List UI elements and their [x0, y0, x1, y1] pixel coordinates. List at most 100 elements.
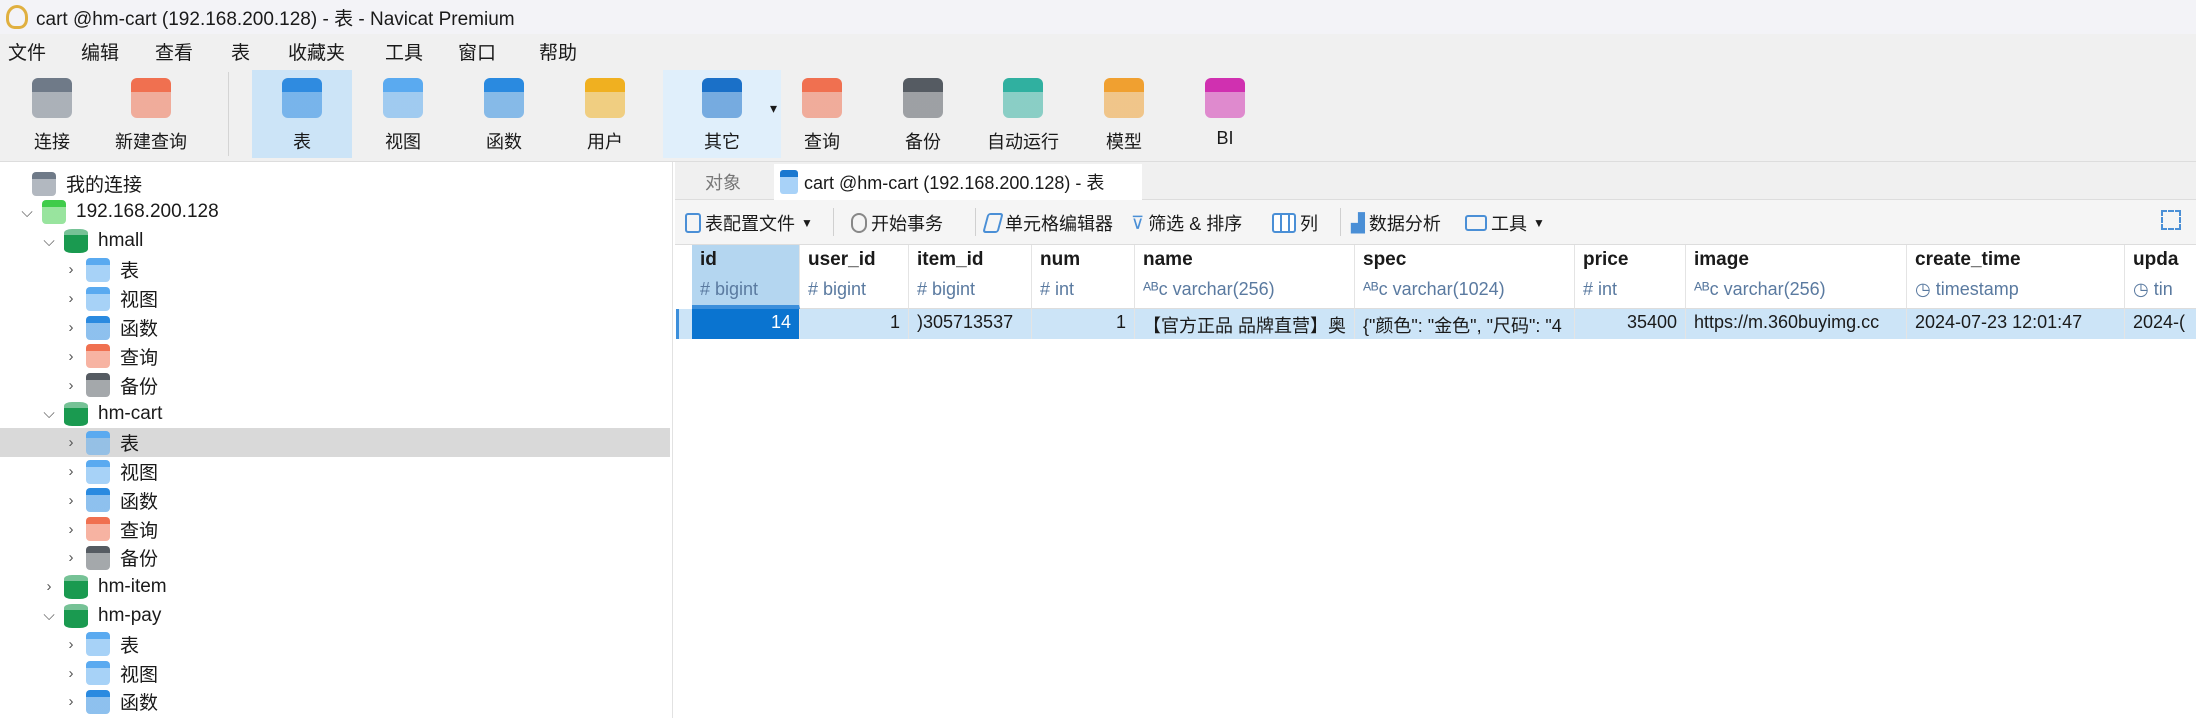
- toolbar-button-7[interactable]: 查询: [772, 70, 872, 158]
- tree-item[interactable]: › 查询: [0, 342, 670, 371]
- column-header[interactable]: user_id # bigint: [800, 245, 909, 309]
- toolbar-button-label: 自动运行: [987, 132, 1059, 152]
- column-header[interactable]: item_id # bigint: [909, 245, 1032, 309]
- chevron-right-icon[interactable]: ›: [64, 693, 78, 710]
- menu-item[interactable]: 文件: [8, 38, 46, 65]
- chevron-right-icon[interactable]: ›: [42, 578, 56, 595]
- chevron-right-icon[interactable]: ›: [64, 636, 78, 653]
- toolbar-button-2[interactable]: 表: [252, 70, 352, 158]
- toolbar-button-11[interactable]: BI: [1175, 70, 1275, 158]
- toolbar-button-8[interactable]: 备份: [873, 70, 973, 158]
- cell-editor-button[interactable]: 单元格编辑器: [982, 210, 1113, 236]
- begin-transaction-button[interactable]: 开始事务: [851, 210, 943, 236]
- column-header[interactable]: price # int: [1575, 245, 1686, 309]
- menu-item[interactable]: 工具: [385, 38, 423, 65]
- toolbar-button-10[interactable]: 模型: [1074, 70, 1174, 158]
- chevron-down-icon: ▼: [801, 216, 813, 230]
- chevron-down-icon[interactable]: ⌵: [42, 233, 56, 250]
- column-type: ᴬᴮc varchar(256): [1143, 279, 1275, 299]
- profile-button[interactable]: 表配置文件 ▼: [685, 210, 813, 236]
- filter-sort-button[interactable]: ⊽ 筛选 & 排序: [1131, 210, 1242, 236]
- toolbar-button-label: 连接: [34, 132, 70, 152]
- chevron-right-icon[interactable]: ›: [64, 665, 78, 682]
- menu-item[interactable]: 查看: [155, 38, 193, 65]
- tree-item[interactable]: › hm-item: [0, 572, 670, 601]
- chart-icon: ▟: [1351, 212, 1365, 233]
- tree-item[interactable]: ⌵ hm-cart: [0, 399, 670, 428]
- tree-item[interactable]: › 表: [0, 428, 670, 458]
- column-header[interactable]: id # bigint: [692, 245, 800, 309]
- table-cell[interactable]: 1: [1032, 309, 1135, 339]
- chevron-right-icon[interactable]: ›: [64, 377, 78, 394]
- tree-item[interactable]: › 备份: [0, 543, 670, 572]
- tree-item[interactable]: ⌵ hm-pay: [0, 601, 670, 630]
- column-header[interactable]: spec ᴬᴮc varchar(1024): [1355, 245, 1575, 309]
- toolbar-button-0[interactable]: 连接: [2, 70, 102, 158]
- table-cell[interactable]: )305713537: [909, 309, 1032, 339]
- toolbar-button-6[interactable]: 其它 ▾: [663, 70, 781, 158]
- menu-item[interactable]: 编辑: [81, 38, 119, 65]
- chevron-down-icon[interactable]: ⌵: [42, 405, 56, 422]
- column-header[interactable]: name ᴬᴮc varchar(256): [1135, 245, 1355, 309]
- menu-item[interactable]: 收藏夹: [288, 38, 345, 65]
- tab-cart-table[interactable]: cart @hm-cart (192.168.200.128) - 表: [774, 164, 1142, 200]
- tree-item[interactable]: ⌵ 192.168.200.128: [0, 198, 670, 227]
- chevron-right-icon[interactable]: ›: [64, 434, 78, 451]
- chevron-right-icon[interactable]: ›: [64, 492, 78, 509]
- tree-item[interactable]: › 表: [0, 255, 670, 284]
- function-icon: [484, 78, 524, 118]
- tree-item[interactable]: › 函数: [0, 486, 670, 515]
- tree-item[interactable]: › 查询: [0, 515, 670, 544]
- chevron-right-icon[interactable]: ›: [64, 521, 78, 538]
- row-marker[interactable]: [676, 309, 692, 339]
- tree-item[interactable]: › 视图: [0, 457, 670, 486]
- chevron-right-icon[interactable]: ›: [64, 261, 78, 278]
- tab-objects[interactable]: 对象: [675, 164, 771, 200]
- toolbar-button-1[interactable]: 新建查询: [101, 70, 201, 158]
- data-analysis-button[interactable]: ▟ 数据分析: [1351, 210, 1441, 236]
- table-cell[interactable]: https://m.360buyimg.cc: [1686, 309, 1907, 339]
- table-cell[interactable]: 2024-(: [2125, 309, 2196, 339]
- tree-item[interactable]: 我的连接: [0, 169, 670, 198]
- menu-item[interactable]: 表: [231, 38, 250, 65]
- tree-item[interactable]: › 备份: [0, 371, 670, 400]
- tools-button[interactable]: 工具 ▼: [1465, 210, 1545, 236]
- chevron-down-icon[interactable]: ⌵: [20, 204, 34, 221]
- tree-item[interactable]: ⌵ hmall: [0, 227, 670, 256]
- chevron-right-icon[interactable]: ›: [64, 290, 78, 307]
- view-icon: [86, 661, 110, 686]
- column-name: item_id: [917, 249, 984, 270]
- chevron-right-icon[interactable]: ›: [64, 549, 78, 566]
- column-header[interactable]: num # int: [1032, 245, 1135, 309]
- table-cell[interactable]: 【官方正品 品牌直营】奥: [1135, 309, 1355, 339]
- columns-button[interactable]: 列: [1272, 210, 1318, 236]
- column-header[interactable]: upda ◷ tin: [2125, 245, 2196, 309]
- tree-item[interactable]: › 表: [0, 630, 670, 659]
- fullscreen-icon[interactable]: [2161, 210, 2181, 230]
- chevron-right-icon[interactable]: ›: [64, 348, 78, 365]
- table-cell[interactable]: 1: [800, 309, 909, 339]
- column-type: ᴬᴮc varchar(256): [1694, 279, 1826, 299]
- tree-item[interactable]: › 函数: [0, 687, 670, 716]
- tree-item-label: hm-pay: [98, 604, 162, 626]
- chevron-down-icon[interactable]: ⌵: [42, 607, 56, 624]
- column-header[interactable]: create_time ◷ timestamp: [1907, 245, 2125, 309]
- column-header[interactable]: image ᴬᴮc varchar(256): [1686, 245, 1907, 309]
- table-cell[interactable]: 35400: [1575, 309, 1686, 339]
- tree-item[interactable]: › 视图: [0, 284, 670, 313]
- tree-item[interactable]: › 函数: [0, 313, 670, 342]
- table-cell[interactable]: {"颜色": "金色", "尺码": "4: [1355, 309, 1575, 339]
- menu-item[interactable]: 帮助: [539, 38, 577, 65]
- chevron-right-icon[interactable]: ›: [64, 463, 78, 480]
- toolbar-button-9[interactable]: 自动运行: [973, 70, 1073, 158]
- menu-item[interactable]: 窗口: [458, 38, 496, 65]
- table-cell[interactable]: 2024-07-23 12:01:47: [1907, 309, 2125, 339]
- query-icon: [802, 78, 842, 118]
- model-icon: [1104, 78, 1144, 118]
- table-cell[interactable]: 14: [692, 309, 800, 339]
- toolbar-button-4[interactable]: 函数: [454, 70, 554, 158]
- toolbar-button-5[interactable]: 用户: [555, 70, 655, 158]
- chevron-right-icon[interactable]: ›: [64, 319, 78, 336]
- toolbar-button-3[interactable]: 视图: [353, 70, 453, 158]
- tree-item[interactable]: › 视图: [0, 659, 670, 688]
